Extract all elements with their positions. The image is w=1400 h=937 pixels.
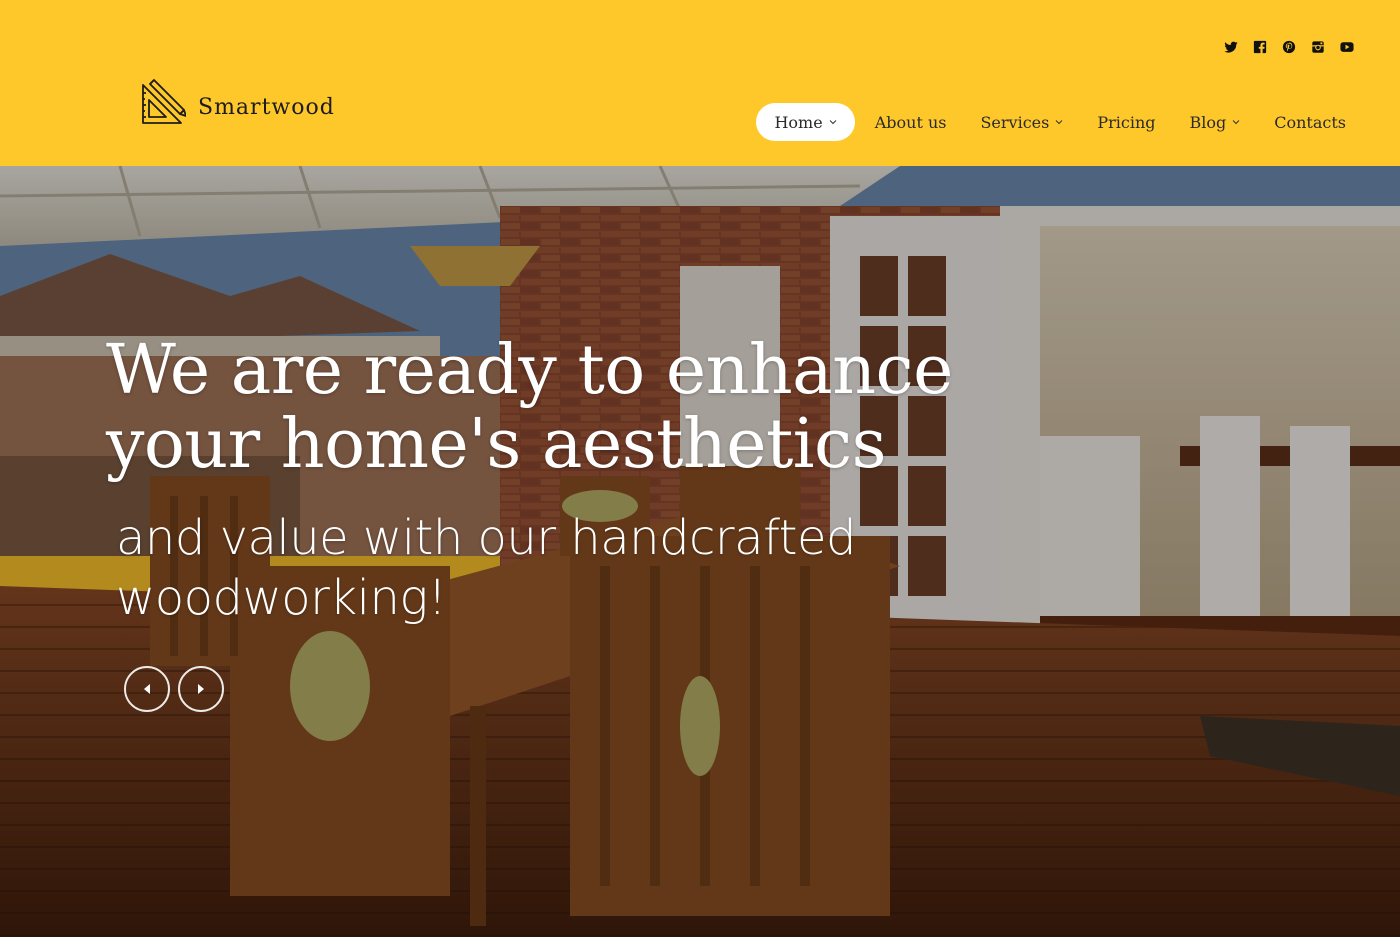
main-nav: Home About us Services Pricing Blog Cont… — [756, 103, 1360, 141]
nav-item-contacts[interactable]: Contacts — [1260, 103, 1360, 141]
nav-item-label: Pricing — [1097, 112, 1156, 132]
nav-item-label: Contacts — [1274, 112, 1346, 132]
nav-item-home[interactable]: Home — [756, 103, 855, 141]
slider-prev-button[interactable] — [124, 666, 170, 712]
nav-item-label: Services — [980, 112, 1050, 132]
chevron-down-icon — [1232, 120, 1240, 125]
instagram-icon[interactable] — [1311, 40, 1325, 54]
nav-item-label: Blog — [1189, 112, 1227, 132]
facebook-icon[interactable] — [1253, 40, 1267, 54]
arrow-left-icon — [144, 684, 150, 694]
hero-title: We are ready to enhance your home's aest… — [106, 331, 953, 484]
brand-name: Smartwood — [198, 95, 335, 120]
hero-subtitle: and value with our handcrafted woodworki… — [116, 510, 856, 626]
slider-controls — [124, 666, 224, 712]
hero-slider: We are ready to enhance your home's aest… — [0, 166, 1400, 937]
nav-item-label: Home — [774, 112, 823, 132]
nav-item-label: About us — [874, 112, 947, 132]
nav-item-blog[interactable]: Blog — [1176, 103, 1255, 141]
nav-item-about-us[interactable]: About us — [861, 103, 961, 141]
youtube-icon[interactable] — [1340, 40, 1354, 54]
ruler-pencil-icon — [142, 79, 186, 124]
slider-next-button[interactable] — [178, 666, 224, 712]
nav-item-pricing[interactable]: Pricing — [1083, 103, 1169, 141]
arrow-right-icon — [198, 684, 204, 694]
twitter-icon[interactable] — [1224, 40, 1238, 54]
chevron-down-icon — [1055, 120, 1063, 125]
site-logo[interactable]: Smartwood — [140, 78, 335, 126]
chevron-down-icon — [829, 120, 837, 125]
social-links — [1224, 40, 1354, 54]
site-header: Smartwood Home About us Services Pricing… — [0, 0, 1400, 166]
nav-item-services[interactable]: Services — [966, 103, 1077, 141]
pinterest-icon[interactable] — [1282, 40, 1296, 54]
